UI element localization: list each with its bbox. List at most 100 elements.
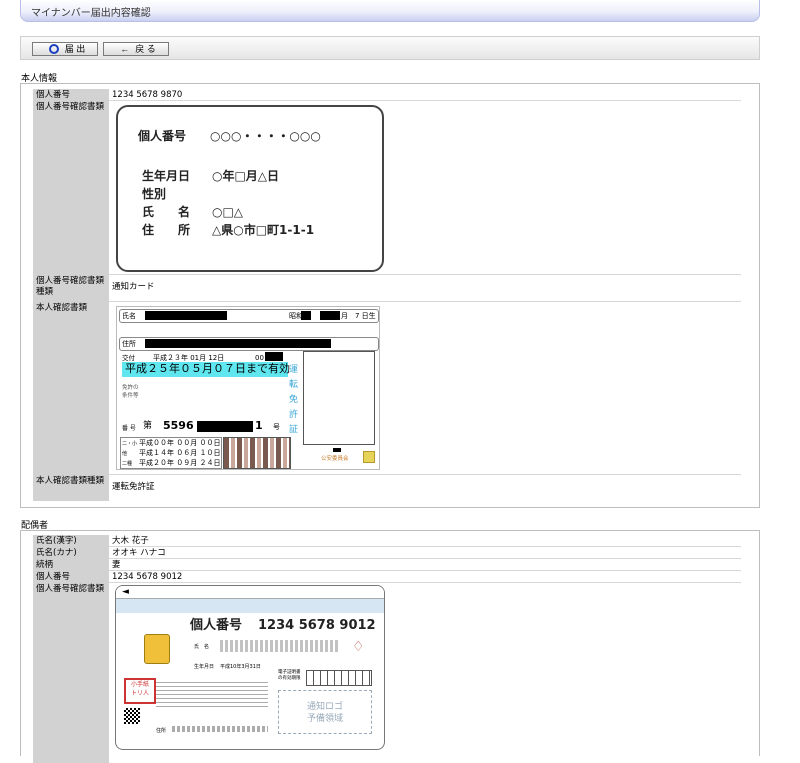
- license-side-char: 免: [289, 395, 299, 405]
- principal-id-doc-row: 本人確認書類 氏名 昭和 月 7 日生 住所 交付 平成２３年 01月 12日 …: [33, 302, 741, 475]
- principal-number-label: 個人番号: [33, 89, 109, 101]
- principal-id-doc-label: 本人確認書類: [33, 302, 109, 475]
- principal-doc-type-label: 個人番号確認書類種類: [33, 275, 109, 302]
- principal-doc-type-row: 個人番号確認書類種類 通知カード: [33, 275, 741, 302]
- card-line4-value: ○□△: [212, 205, 244, 219]
- drivers-license-image: 氏名 昭和 月 7 日生 住所 交付 平成２３年 01月 12日 00 平成２５…: [116, 306, 380, 470]
- name-placeholder: [220, 640, 340, 652]
- spouse-kana-value: オオキ ハナコ: [109, 547, 741, 559]
- license-address-label: 住所: [122, 340, 136, 348]
- license-number-end: 号: [273, 423, 280, 431]
- arrow-left-icon: ←: [120, 44, 130, 54]
- license-category-grid: [223, 437, 291, 469]
- card-line1-label: 個人番号: [138, 129, 187, 143]
- card-line2-label: 生年月日: [142, 169, 191, 183]
- license-name-label: 氏名: [122, 312, 136, 320]
- principal-number-value: 1234 5678 9870: [109, 89, 741, 101]
- principal-doc-label: 個人番号確認書類: [33, 101, 109, 275]
- license-seal-icon: [363, 451, 375, 463]
- my-number-card-image: ◄ 個人番号 1234 5678 9012 氏 名 生年月日 平成10年3月31…: [115, 585, 385, 750]
- spouse-number-value: 1234 5678 9012: [109, 571, 741, 583]
- spouse-doc-label: 個人番号確認書類: [33, 583, 109, 763]
- license-cond-label-2: 条件等: [122, 393, 139, 399]
- stamp-logo: 小手紙 トリ人: [124, 678, 156, 704]
- license-birth-redaction-1: [301, 311, 311, 320]
- submit-button[interactable]: 届 出: [32, 42, 98, 56]
- principal-doc-row: 個人番号確認書類 個人番号 ○○○・・・・○○○ 生年月日 ○年□月△日 性別 …: [33, 101, 741, 275]
- spouse-card-address-label: 住所: [156, 728, 167, 734]
- spouse-card-birth-label: 生年月日: [194, 664, 215, 670]
- card-line5-label: 住 所: [142, 223, 191, 237]
- spouse-section: 氏名(漢字) 大木 花子 氏名(カナ) オオキ ハナコ 続柄 妻 個人番号 12…: [20, 530, 760, 763]
- notification-card-image: 個人番号 ○○○・・・・○○○ 生年月日 ○年□月△日 性別 氏 名 ○□△ 住…: [116, 105, 384, 272]
- card-line5-value: △県○市□町1-1-1: [212, 223, 315, 237]
- license-number-label: 番 号: [122, 425, 136, 432]
- rabbit-mascot-icon: ♢: [352, 639, 365, 655]
- license-issuer-redaction: [333, 448, 341, 452]
- spouse-kana-label: 氏名(カナ): [33, 547, 109, 559]
- license-row3-value: 平成２０年 ０９月 ２４日: [139, 459, 221, 467]
- license-number-prefix: 第: [143, 421, 153, 431]
- spouse-kana-row: 氏名(カナ) オオキ ハナコ: [33, 547, 741, 559]
- spouse-card-number-value: 1234 5678 9012: [258, 618, 376, 633]
- card-line4-label: 氏 名: [142, 205, 191, 219]
- cert-label: 電子証明書 の有効期限: [278, 670, 304, 682]
- principal-id-doc-type-label: 本人確認書類種類: [33, 475, 109, 501]
- license-row3-label: 二種: [122, 461, 133, 467]
- notice-line: 予備領域: [306, 714, 343, 724]
- license-side-char: 運: [289, 365, 299, 375]
- license-name-redaction: [145, 311, 227, 320]
- card-line3-label: 性別: [142, 187, 167, 201]
- spouse-kanji-label: 氏名(漢字): [33, 535, 109, 547]
- page-title: マイナンバー届出内容確認: [31, 8, 151, 19]
- title-bar: マイナンバー届出内容確認: [20, 0, 760, 22]
- license-photo-box: [303, 351, 375, 445]
- spouse-number-row: 個人番号 1234 5678 9012: [33, 571, 741, 583]
- principal-id-doc-cell: 氏名 昭和 月 7 日生 住所 交付 平成２３年 01月 12日 00 平成２５…: [109, 302, 741, 475]
- stamp-line: トリ人: [130, 690, 149, 697]
- card-line1-value: ○○○・・・・○○○: [210, 129, 321, 143]
- license-valid-text: 平成２５年０５月０７日まで有効: [125, 362, 290, 375]
- spouse-relation-row: 続柄 妻: [33, 559, 741, 571]
- cert-line: の有効期限: [278, 676, 301, 681]
- license-number-suffix: 1: [255, 419, 263, 432]
- spouse-kanji-row: 氏名(漢字) 大木 花子: [33, 535, 741, 547]
- spouse-relation-label: 続柄: [33, 559, 109, 571]
- license-side-char: 証: [289, 425, 299, 435]
- spouse-kanji-value: 大木 花子: [109, 535, 741, 547]
- cert-table: [306, 670, 372, 686]
- license-birth-redaction-2: [320, 311, 340, 320]
- spouse-card-birth-value: 平成10年3月31日: [220, 664, 261, 670]
- license-side-char: 許: [289, 410, 299, 420]
- chip-icon: [144, 634, 170, 664]
- license-issuer: 公安委員会: [321, 456, 349, 462]
- qr-code-icon: [124, 708, 140, 724]
- spouse-relation-value: 妻: [109, 559, 741, 571]
- stamp-line: 小手紙: [130, 681, 149, 688]
- address-placeholder: [172, 726, 268, 732]
- license-birth-suffix: 月 7 日生: [341, 312, 376, 320]
- spouse-number-label: 個人番号: [33, 571, 109, 583]
- principal-id-doc-type-value: 運転免許証: [112, 482, 155, 492]
- license-issue-redaction: [265, 352, 283, 361]
- principal-id-doc-type-row: 本人確認書類種類 運転免許証: [33, 475, 741, 501]
- principal-section: 個人番号 1234 5678 9870 個人番号確認書類 個人番号 ○○○・・・…: [20, 83, 760, 508]
- license-side-char: 転: [289, 380, 299, 390]
- fine-print: [156, 682, 268, 710]
- circle-icon: [48, 44, 59, 54]
- principal-doc-type-value: 通知カード: [109, 275, 741, 302]
- license-number-value: 5596: [163, 419, 194, 432]
- card-arrow-icon: ◄: [122, 587, 129, 597]
- notice-logo-area: 通知ロゴ 予備領域: [278, 690, 372, 734]
- toolbar: 届 出 ← 戻 る: [20, 36, 760, 60]
- card-line2-value: ○年□月△日: [212, 169, 280, 183]
- spouse-doc-cell: ◄ 個人番号 1234 5678 9012 氏 名 生年月日 平成10年3月31…: [109, 583, 741, 763]
- back-button[interactable]: ← 戻 る: [103, 42, 169, 56]
- spouse-card-number-label: 個人番号: [190, 618, 243, 633]
- notice-line: 通知ロゴ: [306, 702, 343, 712]
- license-address-redaction: [145, 339, 331, 348]
- spouse-card-name-label: 氏 名: [194, 644, 210, 650]
- principal-doc-cell: 個人番号 ○○○・・・・○○○ 生年月日 ○年□月△日 性別 氏 名 ○□△ 住…: [109, 101, 741, 275]
- spouse-doc-row: 個人番号確認書類 ◄ 個人番号 1234 5678 9012 氏 名 生年月日 …: [33, 583, 741, 763]
- license-side-text: 運 転 免 許 証: [289, 363, 301, 438]
